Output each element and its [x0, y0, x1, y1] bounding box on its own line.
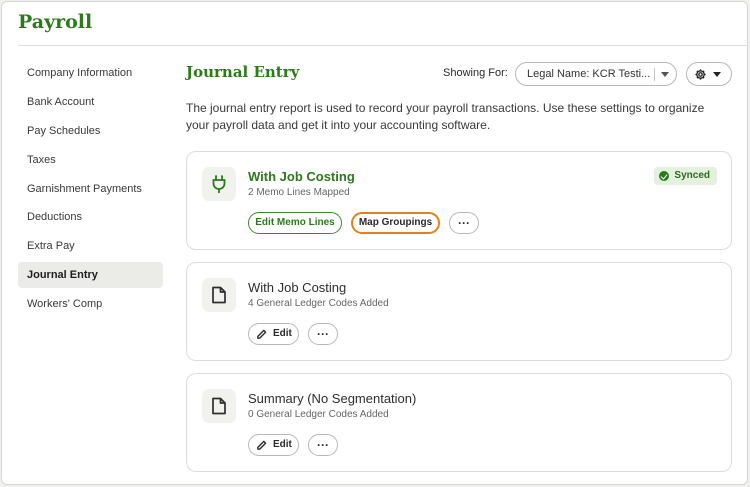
- more-options-button[interactable]: ···: [449, 212, 479, 234]
- edit-button-label: Edit: [273, 328, 292, 339]
- edit-button[interactable]: Edit: [248, 434, 299, 456]
- showing-for-label: Showing For:: [443, 67, 508, 79]
- pencil-icon: [257, 440, 267, 450]
- journal-card-summary: Summary (No Segmentation) 0 General Ledg…: [186, 373, 732, 472]
- sidebar-item-company-information[interactable]: Company Information: [18, 60, 163, 86]
- edit-memo-lines-button[interactable]: Edit Memo Lines: [248, 212, 342, 234]
- sidebar-item-extra-pay[interactable]: Extra Pay: [18, 233, 163, 259]
- sidebar-item-taxes[interactable]: Taxes: [18, 147, 163, 173]
- settings-menu-button[interactable]: [686, 62, 732, 86]
- sidebar-item-deductions[interactable]: Deductions: [18, 204, 163, 230]
- sidebar-item-pay-schedules[interactable]: Pay Schedules: [18, 118, 163, 144]
- chevron-down-icon: [661, 72, 669, 77]
- select-divider: [654, 68, 655, 81]
- check-circle-icon: [659, 171, 670, 181]
- sidebar-item-workers-comp[interactable]: Workers' Comp: [18, 291, 163, 317]
- status-badge-label: Synced: [674, 170, 710, 181]
- plug-icon: [212, 175, 226, 193]
- edit-button[interactable]: Edit: [248, 323, 299, 345]
- app-title: Payroll: [18, 11, 93, 33]
- header-divider: [18, 45, 747, 46]
- sidebar-item-journal-entry[interactable]: Journal Entry: [18, 262, 163, 289]
- pencil-icon: [257, 329, 267, 339]
- synced-status-badge: Synced: [654, 167, 717, 185]
- more-options-button[interactable]: ···: [308, 323, 338, 345]
- card-subtitle: 2 Memo Lines Mapped: [248, 187, 350, 198]
- document-icon: [212, 286, 226, 304]
- edit-button-label: Edit: [273, 439, 292, 450]
- gear-icon: [695, 69, 706, 80]
- journal-card-memo-lines: With Job Costing 2 Memo Lines Mapped Syn…: [186, 151, 732, 250]
- payroll-window: Payroll Company Information Bank Account…: [1, 1, 748, 485]
- document-icon: [212, 397, 226, 415]
- legal-name-select[interactable]: Legal Name: KCR Testi...: [515, 62, 677, 86]
- journal-card-general-ledger: With Job Costing 4 General Ledger Codes …: [186, 262, 732, 361]
- sidebar-item-garnishment-payments[interactable]: Garnishment Payments: [18, 176, 163, 202]
- page-title: Journal Entry: [186, 63, 300, 81]
- card-title: With Job Costing: [248, 169, 355, 184]
- settings-sidebar: Company Information Bank Account Pay Sch…: [18, 60, 163, 320]
- more-options-button[interactable]: ···: [308, 434, 338, 456]
- card-icon-container: [202, 278, 236, 312]
- card-icon-container: [202, 389, 236, 423]
- chevron-down-icon: [713, 72, 721, 77]
- card-subtitle: 0 General Ledger Codes Added: [248, 409, 389, 420]
- map-groupings-button[interactable]: Map Groupings: [351, 212, 440, 234]
- sidebar-item-bank-account[interactable]: Bank Account: [18, 89, 163, 115]
- card-icon-container: [202, 167, 236, 201]
- card-subtitle: 4 General Ledger Codes Added: [248, 298, 389, 309]
- page-description: The journal entry report is used to reco…: [186, 101, 705, 132]
- card-title: With Job Costing: [248, 280, 347, 295]
- legal-name-select-value: Legal Name: KCR Testi...: [527, 68, 651, 80]
- card-title: Summary (No Segmentation): [248, 391, 417, 406]
